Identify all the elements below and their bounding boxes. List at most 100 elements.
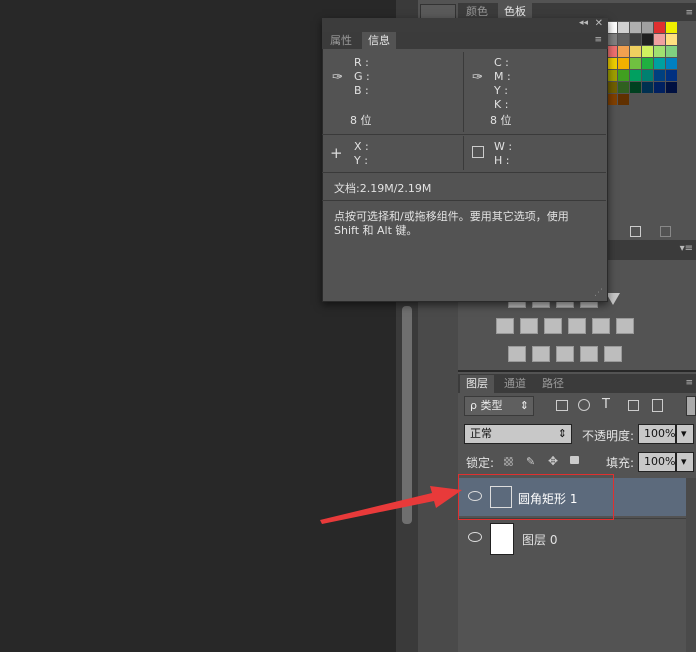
chevron-down-icon: ▾ xyxy=(681,455,687,468)
annotation-arrow xyxy=(320,486,462,524)
photo-filter-icon[interactable] xyxy=(568,318,586,334)
hue-saturation-icon[interactable] xyxy=(496,318,514,334)
posterize-icon[interactable] xyxy=(532,346,550,362)
color-swatch[interactable] xyxy=(618,22,629,33)
close-icon[interactable]: ✕ xyxy=(595,18,603,29)
fill-input[interactable]: 100% xyxy=(638,452,676,472)
color-swatch[interactable] xyxy=(654,82,665,93)
layer-thumbnail[interactable] xyxy=(490,523,514,555)
color-swatch[interactable] xyxy=(618,34,629,45)
color-swatch[interactable] xyxy=(666,22,677,33)
color-swatch[interactable] xyxy=(642,34,653,45)
selective-color-icon[interactable] xyxy=(580,346,598,362)
filter-adjustment-icon[interactable] xyxy=(578,399,590,411)
channel-mixer-icon[interactable] xyxy=(592,318,610,334)
opacity-dropdown[interactable]: ▾ xyxy=(676,424,694,444)
color-swatch[interactable] xyxy=(642,58,653,69)
color-swatch[interactable] xyxy=(654,70,665,81)
info-panel-titlebar[interactable]: ◂◂ ✕ xyxy=(322,18,608,32)
color-swatch[interactable] xyxy=(666,58,677,69)
trash-icon[interactable] xyxy=(660,226,671,237)
color-swatch[interactable] xyxy=(654,34,665,45)
color-swatch[interactable] xyxy=(654,58,665,69)
bit-depth-left: 8 位 xyxy=(350,114,372,127)
color-swatch[interactable] xyxy=(642,22,653,33)
color-swatch[interactable] xyxy=(618,46,629,57)
color-swatch[interactable] xyxy=(630,82,641,93)
swatch-grid xyxy=(606,22,696,106)
blend-mode-select[interactable]: 正常 ⇕ xyxy=(464,424,572,444)
color-swatch[interactable] xyxy=(654,22,665,33)
panel-menu-icon[interactable]: ≡ xyxy=(685,8,693,18)
chevron-down-icon: ⇕ xyxy=(519,399,529,412)
lock-all-icon[interactable] xyxy=(570,456,579,464)
filter-smart-object-icon[interactable] xyxy=(652,399,663,412)
color-swatch[interactable] xyxy=(618,70,629,81)
color-swatch[interactable] xyxy=(630,58,641,69)
gradient-map-icon[interactable] xyxy=(604,346,622,362)
collapse-icon[interactable]: ◂◂ xyxy=(579,18,588,28)
color-swatch[interactable] xyxy=(666,34,677,45)
info-separator-vertical xyxy=(463,136,464,170)
threshold-icon[interactable] xyxy=(556,346,574,362)
tab-layers[interactable]: 图层 xyxy=(460,375,494,393)
info-separator xyxy=(322,134,606,135)
tab-paths[interactable]: 路径 xyxy=(536,375,570,393)
color-swatch[interactable] xyxy=(630,22,641,33)
label-y: Y : xyxy=(494,84,508,97)
resize-grip-icon[interactable]: ⋰ xyxy=(594,288,603,298)
color-swatch[interactable] xyxy=(666,70,677,81)
fill-label: 填充: xyxy=(606,456,635,470)
chevron-down-icon: ▾ xyxy=(681,427,687,440)
black-white-icon[interactable] xyxy=(544,318,562,334)
color-balance-icon[interactable] xyxy=(520,318,538,334)
lock-label: 锁定: xyxy=(466,456,495,470)
opacity-input[interactable]: 100% xyxy=(638,424,676,444)
document-size: 文档:2.19M/2.19M xyxy=(334,182,432,195)
color-swatch[interactable] xyxy=(630,34,641,45)
label-k: K : xyxy=(494,98,509,111)
tab-channels[interactable]: 通道 xyxy=(498,375,532,393)
color-swatch[interactable] xyxy=(654,46,665,57)
color-swatch[interactable] xyxy=(630,46,641,57)
visibility-eye-icon[interactable] xyxy=(468,532,482,542)
lock-brush-icon[interactable]: ✎ xyxy=(526,455,535,468)
info-panel-tabbar: 属性 信息 ≡ xyxy=(322,32,608,49)
layer-row-layer0[interactable]: 图层 0 xyxy=(458,518,686,557)
panel-menu-icon[interactable]: ▾≡ xyxy=(680,243,693,254)
color-swatch[interactable] xyxy=(642,70,653,81)
color-swatch[interactable] xyxy=(642,82,653,93)
lock-transparent-icon[interactable] xyxy=(504,457,513,466)
panel-menu-icon[interactable]: ≡ xyxy=(594,35,602,45)
fill-dropdown[interactable]: ▾ xyxy=(676,452,694,472)
filter-toggle[interactable] xyxy=(686,396,696,416)
color-swatch[interactable] xyxy=(642,46,653,57)
label-w: W : xyxy=(494,140,513,153)
label-m: M : xyxy=(494,70,511,83)
layer-name[interactable]: 图层 0 xyxy=(522,531,557,548)
filter-pixel-icon[interactable] xyxy=(556,400,568,411)
color-swatch[interactable] xyxy=(618,82,629,93)
lock-move-icon[interactable]: ✥ xyxy=(548,454,558,468)
invert-icon[interactable] xyxy=(508,346,526,362)
color-swatch[interactable] xyxy=(630,70,641,81)
filter-type-icon[interactable]: T xyxy=(602,397,610,412)
label-b: B : xyxy=(354,84,369,97)
color-swatch[interactable] xyxy=(618,58,629,69)
tab-properties[interactable]: 属性 xyxy=(324,32,358,49)
color-lookup-icon[interactable] xyxy=(616,318,634,334)
color-swatch[interactable] xyxy=(666,82,677,93)
eyedropper-icon-left: ✑ xyxy=(332,70,343,85)
color-swatch[interactable] xyxy=(666,46,677,57)
color-swatch[interactable] xyxy=(618,94,629,105)
vibrance-icon[interactable] xyxy=(606,293,620,305)
label-h: H : xyxy=(494,154,510,167)
layers-tabbar: 图层 通道 路径 ≡ xyxy=(458,374,696,393)
layers-panel-scrollbar[interactable] xyxy=(686,478,696,652)
layer-filter-select[interactable]: ρ 类型 ⇕ xyxy=(464,396,534,416)
tab-info[interactable]: 信息 xyxy=(362,32,396,49)
new-swatch-icon[interactable] xyxy=(630,226,641,237)
info-separator-vertical xyxy=(463,52,464,132)
filter-shape-icon[interactable] xyxy=(628,400,639,411)
panel-menu-icon[interactable]: ≡ xyxy=(685,378,693,388)
